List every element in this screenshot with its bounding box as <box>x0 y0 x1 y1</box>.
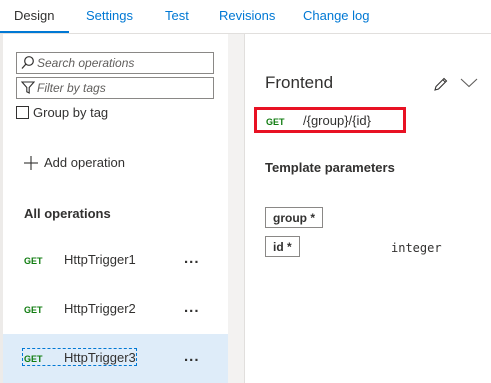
parameter-type-id: integer <box>391 241 442 255</box>
operation-item-selected[interactable]: GET HttpTrigger3 ... <box>3 334 228 383</box>
operation-name: HttpTrigger2 <box>64 301 136 316</box>
top-tabs: Design Settings Test Revisions Change lo… <box>0 0 491 33</box>
parameter-name-id[interactable]: id * <box>265 236 300 257</box>
more-options-button[interactable]: ... <box>184 348 200 365</box>
more-options-button[interactable]: ... <box>184 250 200 267</box>
tab-revisions[interactable]: Revisions <box>219 8 275 23</box>
operation-name: HttpTrigger1 <box>64 252 136 267</box>
panel-divider <box>228 34 244 383</box>
tab-design[interactable]: Design <box>14 8 54 23</box>
frontend-panel: Frontend GET /{group}/{id} Template para… <box>244 34 491 383</box>
group-by-tag-label: Group by tag <box>33 105 109 120</box>
frontend-url-highlight: GET /{group}/{id} <box>254 107 406 133</box>
tab-test[interactable]: Test <box>165 8 189 23</box>
pencil-icon[interactable] <box>433 76 449 92</box>
method-badge: GET <box>24 305 43 315</box>
tab-settings[interactable]: Settings <box>86 8 133 23</box>
template-parameters-heading: Template parameters <box>265 160 395 175</box>
operation-item[interactable]: GET HttpTrigger1 ... <box>3 236 228 285</box>
filter-tags-input[interactable] <box>37 79 207 96</box>
operation-item[interactable]: GET HttpTrigger2 ... <box>3 285 228 334</box>
search-operations-field[interactable] <box>16 52 214 74</box>
add-operation-label: Add operation <box>44 155 125 170</box>
search-icon <box>21 55 35 70</box>
operations-panel: Group by tag Add operation All operation… <box>3 34 228 383</box>
filter-icon <box>21 80 35 95</box>
method-badge: GET <box>24 256 43 266</box>
parameter-name-group[interactable]: group * <box>265 207 323 228</box>
more-options-button[interactable]: ... <box>184 299 200 316</box>
chevron-down-icon[interactable] <box>460 78 478 88</box>
plus-icon <box>24 156 38 170</box>
tab-change-log[interactable]: Change log <box>303 8 370 23</box>
operation-name: HttpTrigger3 <box>64 350 136 365</box>
group-by-tag-checkbox[interactable] <box>16 106 29 119</box>
method-badge: GET <box>266 117 285 127</box>
frontend-title: Frontend <box>265 73 334 92</box>
method-badge: GET <box>24 354 43 364</box>
filter-tags-field[interactable] <box>16 77 214 99</box>
url-template: /{group}/{id} <box>303 113 371 128</box>
all-operations-heading: All operations <box>24 206 111 221</box>
search-operations-input[interactable] <box>37 54 207 71</box>
